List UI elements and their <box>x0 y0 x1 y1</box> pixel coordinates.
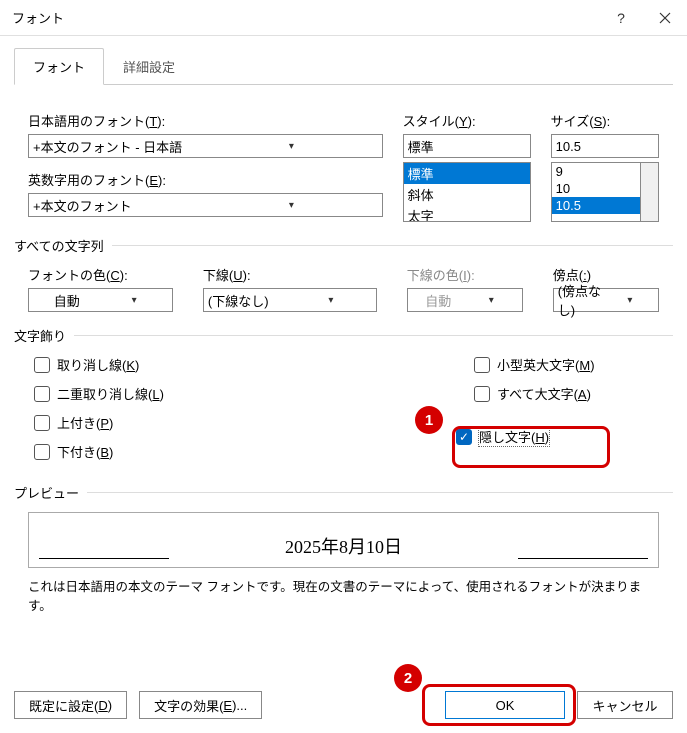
chevron-down-icon: ▾ <box>205 200 377 211</box>
latin-font-label: 英数字用のフォント(E): <box>28 170 383 189</box>
help-button[interactable]: ? <box>599 0 643 36</box>
checkbox-icon <box>474 386 490 402</box>
strikethrough-checkbox[interactable]: 取り消し線(K) <box>34 355 334 374</box>
checkbox-icon <box>34 415 50 431</box>
text-effects-button[interactable]: 文字の効果(E)... <box>139 691 262 719</box>
effects-group-label: 文字飾り <box>14 326 66 345</box>
latin-font-combo[interactable]: +本文のフォント ▾ <box>28 193 383 217</box>
subscript-checkbox[interactable]: 下付き(B) <box>34 442 334 461</box>
list-item[interactable]: 斜体 <box>404 184 530 205</box>
checkbox-icon <box>456 429 472 445</box>
preview-box: 2025年8月10日 <box>28 512 659 568</box>
jp-font-label: 日本語用のフォント(T): <box>28 111 383 130</box>
tab-font[interactable]: フォント <box>14 48 104 85</box>
underline-label: 下線(U): <box>203 265 377 284</box>
underline-color-combo: 自動 ▾ <box>407 288 523 312</box>
jp-font-value: +本文のフォント - 日本語 <box>33 137 205 156</box>
chevron-down-icon: ▾ <box>205 141 377 152</box>
callout-2-badge: 2 <box>394 664 422 692</box>
underline-color-label: 下線の色(I): <box>407 265 523 284</box>
list-item[interactable]: 標準 <box>404 163 530 184</box>
close-icon <box>659 12 671 24</box>
font-color-label: フォントの色(C): <box>28 265 173 284</box>
allcaps-checkbox[interactable]: すべて大文字(A) <box>474 384 595 403</box>
style-listbox[interactable]: 標準 斜体 太字 <box>403 162 531 222</box>
preview-note: これは日本語用の本文のテーマ フォントです。現在の文書のテーマによって、使用され… <box>14 576 673 614</box>
set-default-button[interactable]: 既定に設定(D) <box>14 691 127 719</box>
ok-button[interactable]: OK <box>445 691 565 719</box>
superscript-checkbox[interactable]: 上付き(P) <box>34 413 334 432</box>
checkbox-icon <box>34 444 50 460</box>
scrollbar[interactable] <box>641 162 659 222</box>
tabs: フォント 詳細設定 <box>14 48 673 85</box>
jp-font-combo[interactable]: +本文のフォント - 日本語 ▾ <box>28 134 383 158</box>
checkbox-icon <box>34 357 50 373</box>
preview-group-label: プレビュー <box>14 483 79 502</box>
checkbox-icon <box>34 386 50 402</box>
list-item[interactable]: 太字 <box>404 205 530 222</box>
emphasis-combo[interactable]: (傍点なし) ▾ <box>553 288 659 312</box>
window-title: フォント <box>12 8 599 27</box>
smallcaps-checkbox[interactable]: 小型英大文字(M) <box>474 355 595 374</box>
underline-combo[interactable]: (下線なし) ▾ <box>203 288 377 312</box>
latin-font-value: +本文のフォント <box>33 196 205 215</box>
size-listbox[interactable]: 9 10 10.5 <box>551 162 641 222</box>
checkbox-icon <box>474 357 490 373</box>
list-item[interactable]: 10 <box>552 180 640 197</box>
tab-advanced[interactable]: 詳細設定 <box>104 48 194 85</box>
chevron-down-icon: ▾ <box>100 295 167 306</box>
size-label: サイズ(S): <box>551 111 659 130</box>
chevron-down-icon: ▾ <box>606 295 654 306</box>
titlebar: フォント ? <box>0 0 687 36</box>
close-button[interactable] <box>643 0 687 36</box>
preview-text: 2025年8月10日 <box>285 533 402 559</box>
double-strikethrough-checkbox[interactable]: 二重取り消し線(L) <box>34 384 334 403</box>
cancel-button[interactable]: キャンセル <box>577 691 673 719</box>
list-item[interactable]: 9 <box>552 163 640 180</box>
allchars-group-label: すべての文字列 <box>14 236 104 255</box>
hidden-checkbox[interactable]: 隠し文字(H) <box>456 427 595 446</box>
size-input[interactable]: 10.5 <box>551 134 659 158</box>
list-item[interactable]: 10.5 <box>552 197 640 214</box>
chevron-down-icon: ▾ <box>465 295 518 306</box>
style-label: スタイル(Y): <box>403 111 531 130</box>
font-color-combo[interactable]: 自動 ▾ <box>28 288 173 312</box>
chevron-down-icon: ▾ <box>290 295 372 306</box>
style-input[interactable]: 標準 <box>403 134 531 158</box>
